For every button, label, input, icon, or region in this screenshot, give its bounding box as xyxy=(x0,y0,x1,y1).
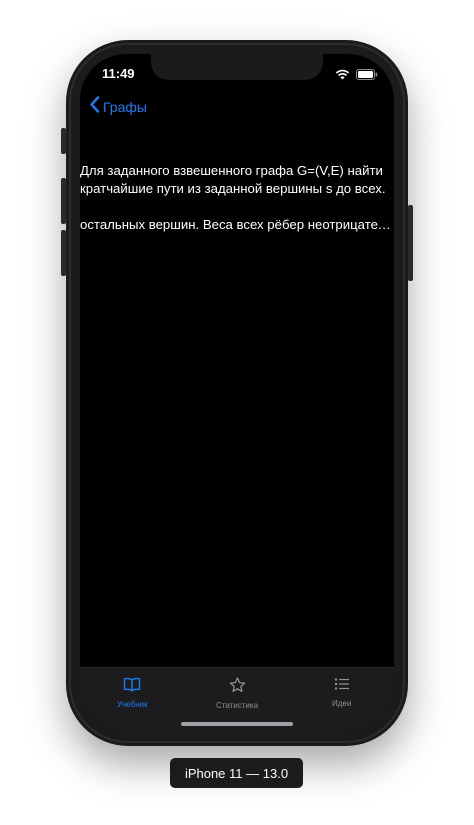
wifi-icon xyxy=(335,67,350,85)
volume-up-button xyxy=(61,178,66,224)
star-icon xyxy=(229,677,246,698)
back-label: Графы xyxy=(103,99,147,115)
tab-textbook[interactable]: Учебник xyxy=(80,668,185,732)
volume-down-button xyxy=(61,230,66,276)
chevron-left-icon xyxy=(89,96,100,118)
text-line: остальных вершин. Веса всех рёбер неотри… xyxy=(80,217,394,232)
book-icon xyxy=(123,677,141,697)
text-line: Для заданного взвешенного графа G=(V,E) … xyxy=(80,163,383,178)
screen: 11:49 Графы Для заданного взвешенного гр xyxy=(80,54,394,732)
tab-label: Учебник xyxy=(117,700,148,709)
device-caption: iPhone 11 — 13.0 xyxy=(170,758,303,788)
tab-label: Статистика xyxy=(216,701,259,710)
silent-switch xyxy=(61,128,66,154)
home-indicator xyxy=(181,722,293,726)
battery-icon xyxy=(356,67,378,85)
power-button xyxy=(408,205,413,281)
description-text: Для заданного взвешенного графа G=(V,E) … xyxy=(80,162,394,234)
list-icon xyxy=(334,677,350,696)
status-time: 11:49 xyxy=(102,66,135,81)
text-line: кратчайшие пути из заданной вершины s до… xyxy=(80,181,386,196)
back-button[interactable]: Графы xyxy=(89,96,147,118)
notch xyxy=(151,54,323,80)
tab-label: Идеи xyxy=(332,699,352,708)
status-icons xyxy=(335,67,378,85)
tab-ideas[interactable]: Идеи xyxy=(289,668,394,732)
